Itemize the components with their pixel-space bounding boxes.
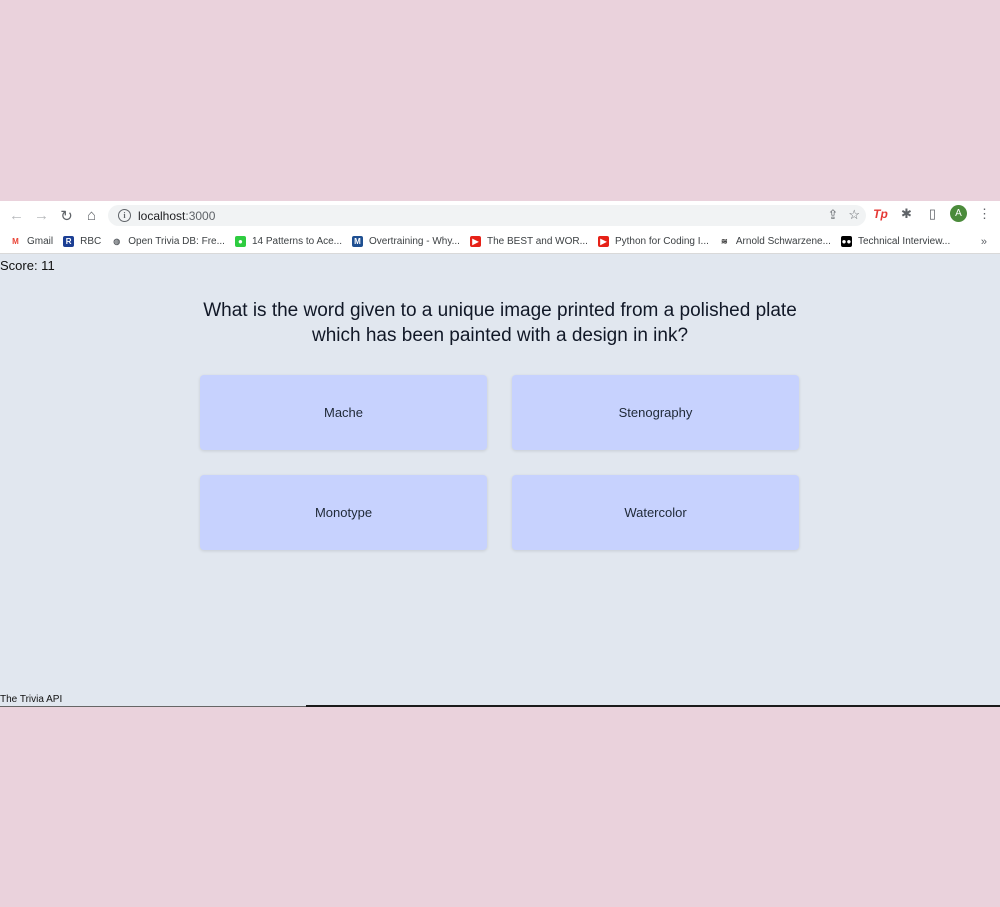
- home-icon[interactable]: ⌂: [79, 203, 104, 228]
- patterns-icon: ●: [234, 236, 246, 247]
- globe-icon: ◍: [113, 237, 121, 246]
- url-text: localhost:3000: [138, 209, 215, 223]
- bookmark-item[interactable]: ●● Technical Interview...: [840, 236, 951, 247]
- more-menu-icon[interactable]: ⋮: [976, 205, 993, 222]
- rbc-icon: R: [63, 236, 75, 247]
- bookmark-label: Overtraining - Why...: [369, 236, 460, 247]
- bookmark-label: Arnold Schwarzene...: [735, 236, 831, 247]
- bookmark-label: Open Trivia DB: Fre...: [128, 236, 225, 247]
- bookmark-label: 14 Patterns to Ace...: [251, 236, 343, 247]
- bookmark-label: Gmail: [27, 236, 54, 247]
- browser-window: ← → ↻ ⌂ i localhost:3000 ⇪ ☆ Tp ✱ ▯ A ⋮ …: [0, 201, 1000, 707]
- bookmark-label: Python for Coding I...: [614, 236, 709, 247]
- gmail-icon: M: [12, 237, 19, 246]
- bookmark-item[interactable]: ≋ Arnold Schwarzene...: [719, 236, 831, 247]
- score-display: Score: 11: [0, 258, 55, 273]
- tp-extension-icon[interactable]: Tp: [872, 205, 889, 222]
- footer-credit: The Trivia API: [0, 694, 63, 705]
- url-host: localhost: [138, 208, 186, 223]
- question-text: What is the word given to a unique image…: [203, 300, 797, 346]
- bookmark-star-icon[interactable]: ☆: [848, 207, 860, 223]
- bookmark-item[interactable]: ◍ Open Trivia DB: Fre...: [111, 236, 225, 247]
- forward-icon[interactable]: →: [29, 203, 54, 228]
- bookmark-item[interactable]: M Gmail: [10, 236, 53, 247]
- answer-option-4[interactable]: Watercolor: [512, 475, 799, 550]
- bookmarks-bar: M Gmail R RBC ◍ Open Trivia DB: Fre... ● 14 Pat…: [0, 230, 1000, 254]
- bookmark-item[interactable]: R RBC: [63, 236, 101, 247]
- site-info-icon[interactable]: i: [118, 209, 131, 222]
- back-icon[interactable]: ←: [4, 203, 29, 228]
- answer-option-1[interactable]: Mache: [200, 375, 487, 450]
- waves-icon: ≋: [721, 237, 728, 246]
- reload-icon[interactable]: ↻: [54, 203, 79, 228]
- bookmark-label: The BEST and WOR...: [486, 236, 588, 247]
- medium-icon: ●●: [840, 236, 852, 247]
- bookmark-label: RBC: [80, 236, 102, 247]
- youtube-icon: ▶: [469, 236, 481, 247]
- side-panel-icon[interactable]: ▯: [924, 205, 941, 222]
- bookmark-item[interactable]: ▶ Python for Coding I...: [597, 236, 709, 247]
- profile-avatar[interactable]: A: [950, 205, 967, 222]
- answer-option-2[interactable]: Stenography: [512, 375, 799, 450]
- bookmark-item[interactable]: ▶ The BEST and WOR...: [469, 236, 588, 247]
- bookmark-item[interactable]: ● 14 Patterns to Ace...: [234, 236, 343, 247]
- answer-option-3[interactable]: Monotype: [200, 475, 487, 550]
- bookmark-label: Technical Interview...: [857, 236, 951, 247]
- overtraining-icon: M: [352, 236, 364, 247]
- bookmark-item[interactable]: M Overtraining - Why...: [352, 236, 460, 247]
- share-icon[interactable]: ⇪: [827, 207, 838, 223]
- trivia-page: Score: 11 What is the word given to a un…: [0, 254, 1000, 706]
- url-port: :3000: [185, 208, 216, 223]
- youtube-icon: ▶: [597, 236, 609, 247]
- address-bar[interactable]: i localhost:3000 ⇪ ☆: [108, 205, 866, 226]
- extensions-puzzle-icon[interactable]: ✱: [898, 205, 915, 222]
- window-bottom-edge: [306, 705, 1000, 707]
- browser-toolbar: ← → ↻ ⌂ i localhost:3000 ⇪ ☆ Tp ✱ ▯ A ⋮: [0, 201, 1000, 230]
- bookmarks-more-icon[interactable]: »: [981, 236, 987, 248]
